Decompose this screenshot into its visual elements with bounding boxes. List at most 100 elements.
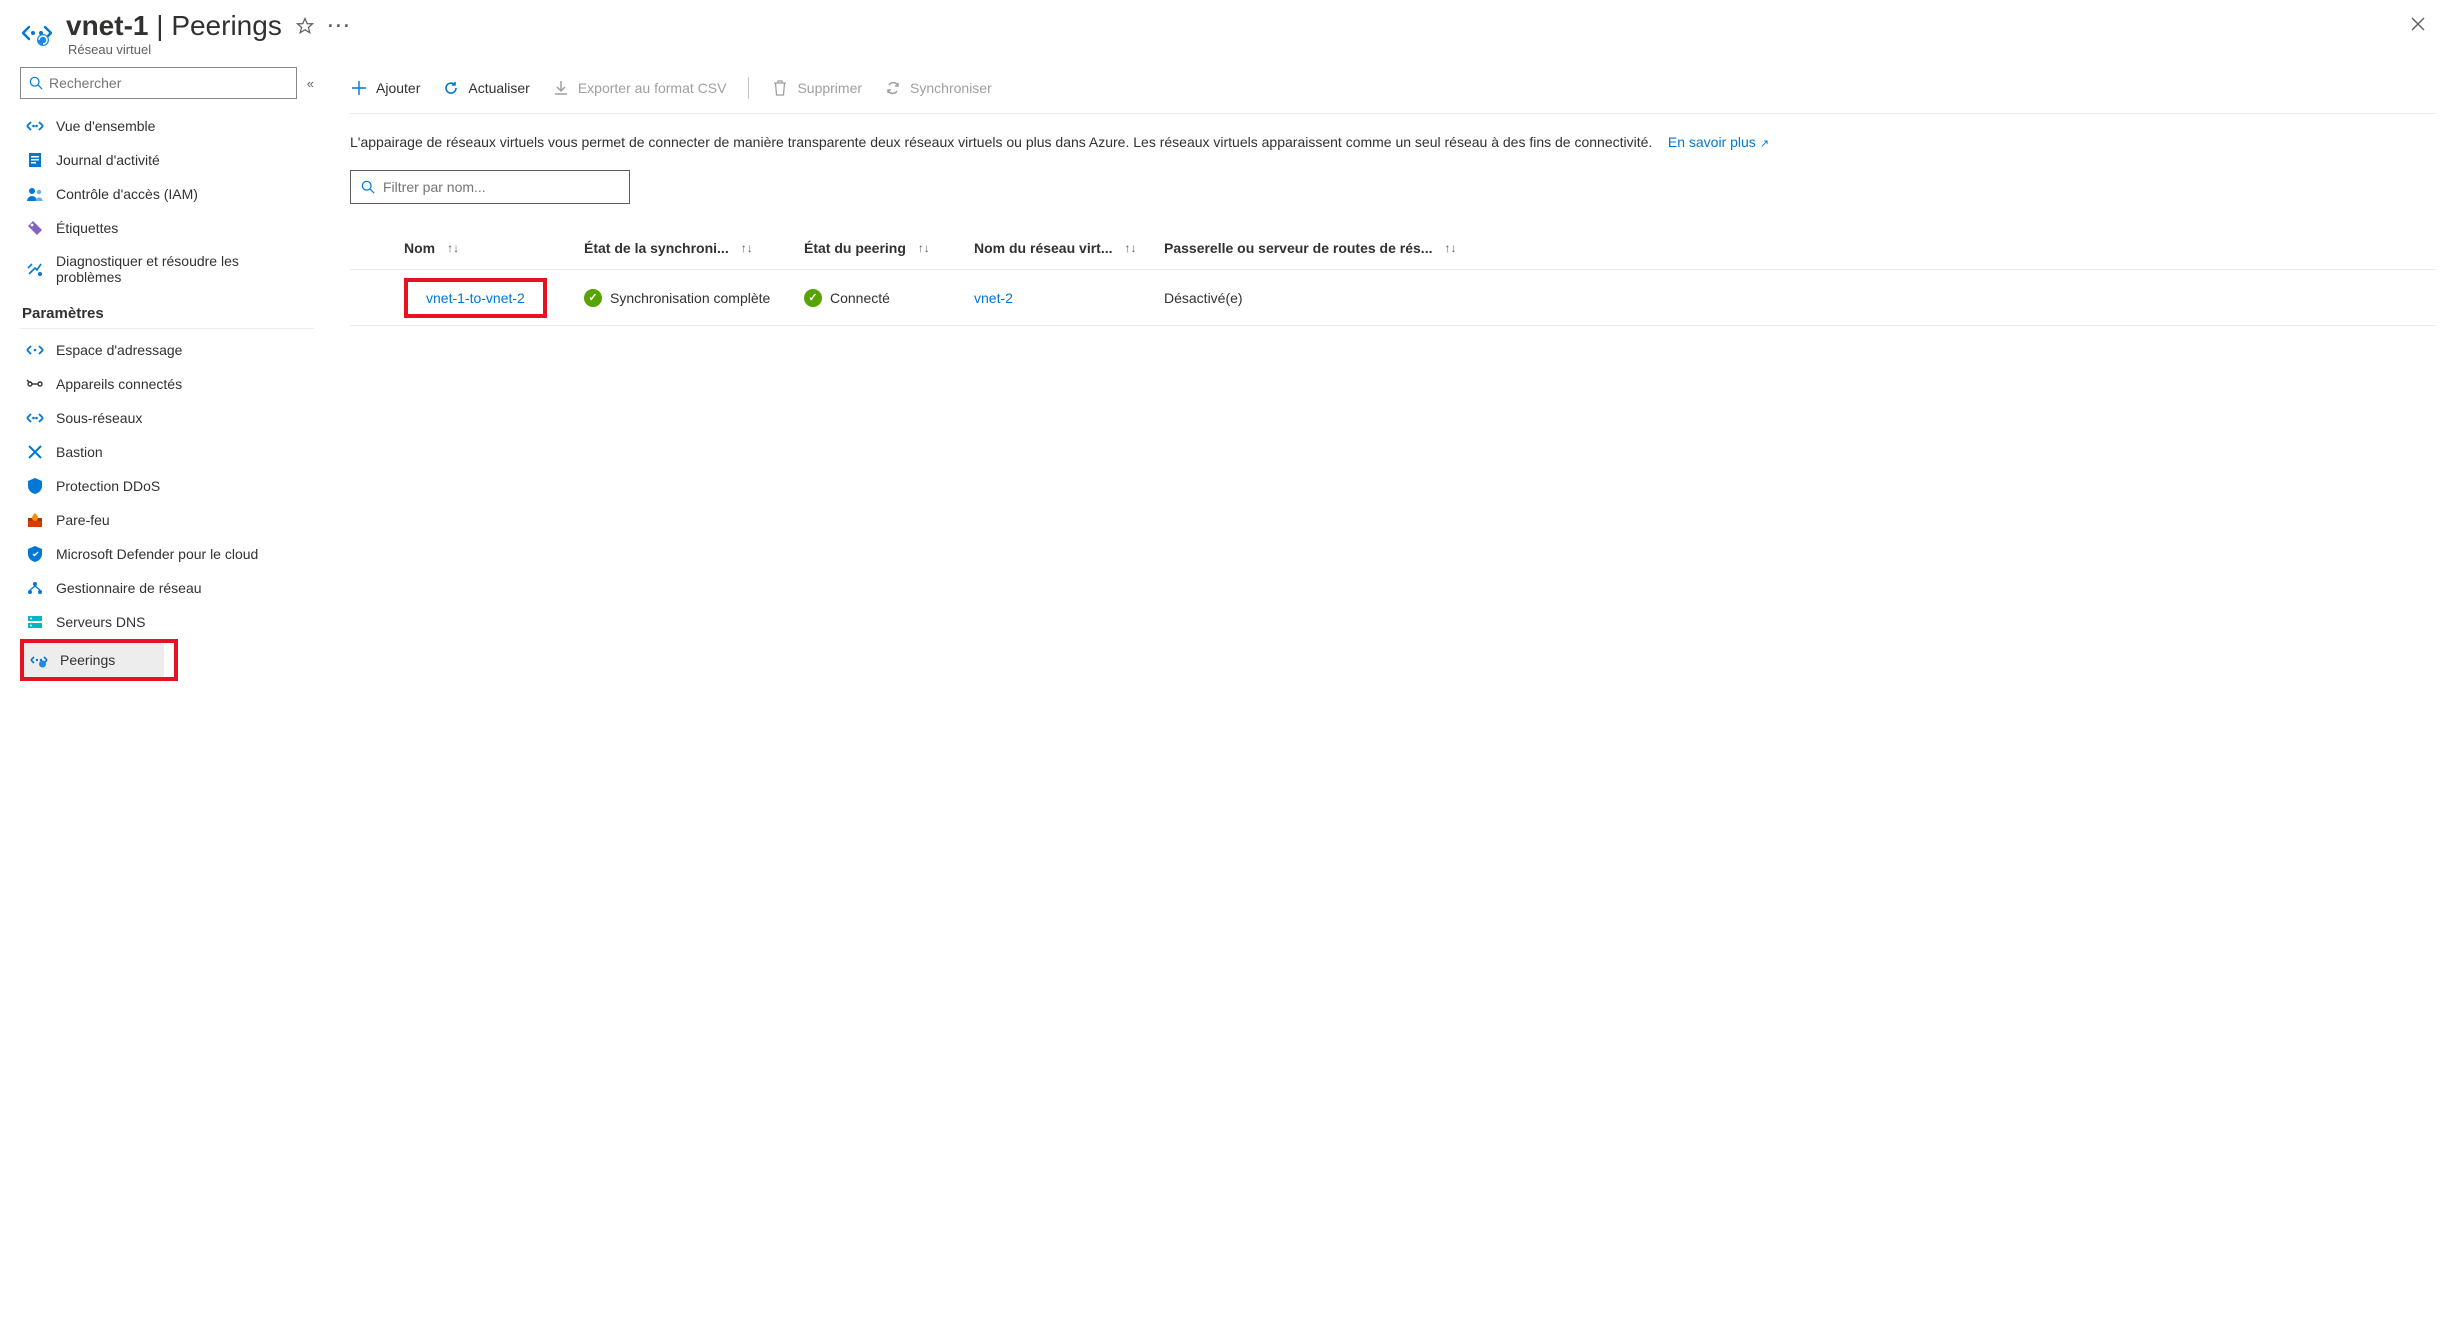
resource-name: vnet-1 (66, 10, 148, 41)
column-label: Passerelle ou serveur de routes de rés..… (1164, 240, 1432, 256)
sidebar-item-activity-log[interactable]: Journal d'activité (20, 143, 314, 177)
peerings-icon (30, 651, 48, 669)
sidebar-item-address-space[interactable]: Espace d'adressage (20, 333, 314, 367)
sidebar-item-bastion[interactable]: Bastion (20, 435, 314, 469)
favorite-star-icon[interactable] (296, 17, 314, 35)
gateway-value: Désactivé(e) (1164, 290, 1243, 306)
close-button[interactable] (2400, 10, 2436, 38)
column-label: État du peering (804, 240, 906, 256)
column-header-gateway[interactable]: Passerelle ou serveur de routes de rés..… (1154, 240, 2436, 256)
sidebar-item-peerings[interactable]: Peerings (24, 643, 164, 677)
diagnose-icon (26, 260, 44, 278)
column-header-name[interactable]: Nom ↑↓ (394, 240, 574, 256)
remote-vnet-link[interactable]: vnet-2 (974, 290, 1013, 306)
overview-icon (26, 117, 44, 135)
sidebar-item-label: Serveurs DNS (56, 614, 145, 630)
search-icon (361, 180, 375, 194)
sidebar-item-label: Bastion (56, 444, 103, 460)
sidebar-item-subnets[interactable]: Sous-réseaux (20, 401, 314, 435)
export-button[interactable]: Exporter au format CSV (552, 79, 727, 97)
add-label: Ajouter (376, 80, 420, 96)
sidebar-item-defender[interactable]: Microsoft Defender pour le cloud (20, 537, 314, 571)
sidebar-item-label: Microsoft Defender pour le cloud (56, 546, 258, 562)
column-label: Nom (404, 240, 435, 256)
export-label: Exporter au format CSV (578, 80, 727, 96)
sidebar-item-label: Étiquettes (56, 220, 118, 236)
sidebar-item-firewall[interactable]: Pare-feu (20, 503, 314, 537)
collapse-sidebar-icon[interactable]: « (307, 76, 314, 91)
resource-type: Réseau virtuel (68, 42, 2400, 57)
refresh-label: Actualiser (468, 80, 529, 96)
sidebar-item-label: Sous-réseaux (56, 410, 142, 426)
column-label: État de la synchroni... (584, 240, 729, 256)
firewall-icon (26, 511, 44, 529)
description-text: L'appairage de réseaux virtuels vous per… (350, 114, 2436, 170)
sidebar-item-iam[interactable]: Contrôle d'accès (IAM) (20, 177, 314, 211)
sync-label: Synchroniser (910, 80, 992, 96)
table-header: Nom↑↓ État de la synchroni...↑↓ État du … (350, 226, 2436, 270)
sidebar-item-label: Vue d'ensemble (56, 118, 155, 134)
external-link-icon: ↗ (1760, 138, 1769, 150)
address-space-icon (26, 341, 44, 359)
add-button[interactable]: Ajouter (350, 79, 420, 97)
sidebar-item-network-manager[interactable]: Gestionnaire de réseau (20, 571, 314, 605)
learn-more-link[interactable]: En savoir plus↗ (1668, 134, 1769, 150)
delete-label: Supprimer (797, 80, 862, 96)
sort-icon: ↑↓ (1124, 241, 1136, 255)
column-header-peer[interactable]: État du peering ↑↓ (794, 240, 964, 256)
peering-name-link[interactable]: vnet-1-to-vnet-2 (426, 290, 525, 306)
sidebar-item-diagnose[interactable]: Diagnostiquer et résoudre les problèmes (20, 245, 314, 293)
plus-icon (350, 79, 368, 97)
sidebar: « Vue d'ensemble Journal d'activité Cont… (20, 67, 320, 681)
column-header-sync[interactable]: État de la synchroni...↑↓ (574, 240, 794, 256)
vnet-icon (20, 16, 54, 50)
bastion-icon (26, 443, 44, 461)
more-menu-icon[interactable]: ··· (328, 16, 352, 37)
refresh-icon (442, 79, 460, 97)
sidebar-item-ddos[interactable]: Protection DDoS (20, 469, 314, 503)
highlight-box-sidebar: Peerings (20, 639, 178, 681)
dns-icon (26, 613, 44, 631)
sidebar-item-dns[interactable]: Serveurs DNS (20, 605, 314, 639)
filter-by-name[interactable] (350, 170, 630, 204)
tag-icon (26, 219, 44, 237)
sort-icon: ↑↓ (1444, 241, 1456, 255)
delete-button[interactable]: Supprimer (771, 79, 862, 97)
sidebar-item-label: Gestionnaire de réseau (56, 580, 202, 596)
sidebar-item-tags[interactable]: Étiquettes (20, 211, 314, 245)
peerings-table: Nom↑↓ État de la synchroni...↑↓ État du … (350, 226, 2436, 326)
iam-icon (26, 185, 44, 203)
devices-icon (26, 375, 44, 393)
search-icon (29, 76, 43, 90)
section-title: Peerings (171, 10, 282, 41)
sidebar-item-label: Espace d'adressage (56, 342, 182, 358)
sidebar-item-overview[interactable]: Vue d'ensemble (20, 109, 314, 143)
main-content: Ajouter Actualiser Exporter au format CS… (320, 67, 2436, 681)
defender-icon (26, 545, 44, 563)
peer-state-value: Connecté (830, 290, 890, 306)
sidebar-search-input[interactable] (49, 75, 288, 91)
trash-icon (771, 79, 789, 97)
activity-log-icon (26, 151, 44, 169)
column-label: Nom du réseau virt... (974, 240, 1112, 256)
description-body: L'appairage de réseaux virtuels vous per… (350, 134, 1652, 150)
filter-input[interactable] (383, 179, 619, 195)
page-header: vnet-1 | Peerings ··· Réseau virtuel (20, 10, 2436, 67)
sidebar-section-settings: Paramètres (20, 293, 314, 329)
sort-icon: ↑↓ (447, 241, 459, 255)
success-icon: ✓ (804, 289, 822, 307)
table-row[interactable]: vnet-1-to-vnet-2 ✓ Synchronisation compl… (350, 270, 2436, 326)
highlight-box-row: vnet-1-to-vnet-2 (404, 278, 547, 318)
column-header-remote[interactable]: Nom du réseau virt... ↑↓ (964, 240, 1154, 256)
sort-icon: ↑↓ (918, 241, 930, 255)
sidebar-item-label: Diagnostiquer et résoudre les problèmes (56, 253, 308, 285)
sync-button[interactable]: Synchroniser (884, 79, 992, 97)
sidebar-item-devices[interactable]: Appareils connectés (20, 367, 314, 401)
sidebar-item-label: Journal d'activité (56, 152, 160, 168)
shield-icon (26, 477, 44, 495)
toolbar-separator (748, 77, 749, 99)
sidebar-search[interactable] (20, 67, 297, 99)
command-bar: Ajouter Actualiser Exporter au format CS… (350, 67, 2436, 114)
sidebar-item-label: Contrôle d'accès (IAM) (56, 186, 198, 202)
refresh-button[interactable]: Actualiser (442, 79, 529, 97)
